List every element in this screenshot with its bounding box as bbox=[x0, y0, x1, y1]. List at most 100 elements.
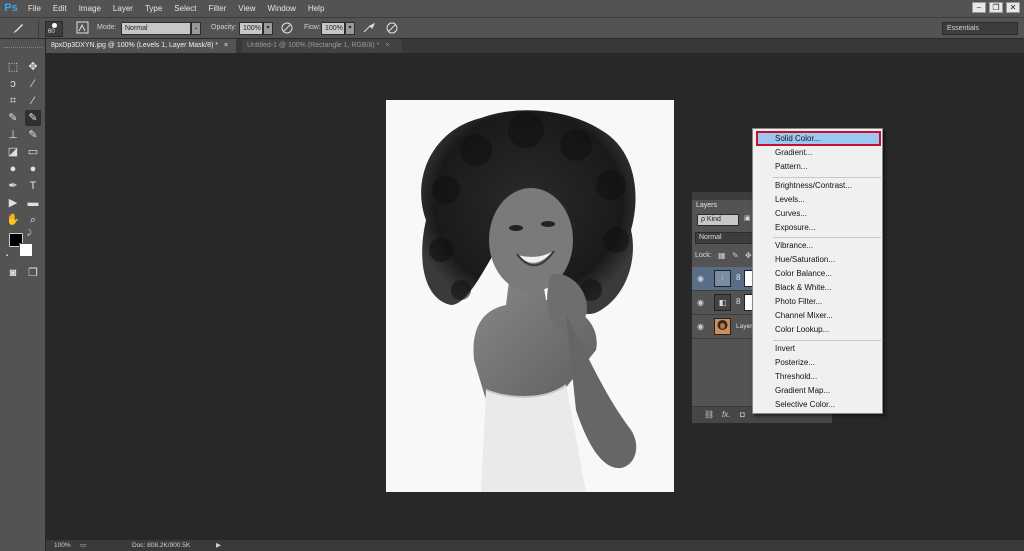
mode-dropdown-icon[interactable]: ⌄ bbox=[191, 22, 201, 35]
document-canvas[interactable] bbox=[386, 100, 674, 492]
brush-tool-preset-icon[interactable] bbox=[10, 21, 26, 37]
menu-channel-mixer[interactable]: Channel Mixer... bbox=[775, 309, 833, 323]
pressure-size-icon[interactable] bbox=[384, 21, 400, 37]
pen-tool-icon[interactable]: ✒ bbox=[5, 178, 21, 194]
menu-gradient[interactable]: Gradient... bbox=[775, 146, 812, 160]
menu-view[interactable]: View bbox=[232, 0, 261, 17]
visibility-eye-icon[interactable]: ◉ bbox=[697, 274, 704, 283]
brush-tip-icon bbox=[52, 23, 57, 28]
visibility-eye-icon[interactable]: ◉ bbox=[697, 298, 704, 307]
menu-levels[interactable]: Levels... bbox=[775, 193, 805, 207]
tab-layers[interactable]: Layers bbox=[693, 200, 721, 212]
hand-tool-icon[interactable]: ✋ bbox=[5, 212, 21, 228]
menu-pattern[interactable]: Pattern... bbox=[775, 160, 807, 174]
opacity-input[interactable]: 100% bbox=[239, 22, 263, 35]
clone-stamp-tool-icon[interactable]: ⊥ bbox=[5, 127, 21, 143]
lasso-tool-icon[interactable]: ↄ bbox=[5, 76, 21, 92]
menu-exposure[interactable]: Exposure... bbox=[775, 221, 815, 235]
brush-tool-icon[interactable]: ✎ bbox=[25, 110, 41, 126]
menu-help[interactable]: Help bbox=[302, 0, 330, 17]
blur-tool-icon[interactable]: ● bbox=[5, 161, 21, 177]
menu-brightness-contrast[interactable]: Brightness/Contrast... bbox=[775, 179, 852, 193]
eyedropper-tool-icon[interactable]: ⁄ bbox=[25, 93, 41, 109]
opacity-dropdown-icon[interactable]: ▾ bbox=[263, 22, 273, 35]
magic-wand-tool-icon[interactable]: ⁄ bbox=[25, 76, 41, 92]
airbrush-icon[interactable] bbox=[361, 21, 377, 37]
rectangle-tool-icon[interactable]: ▬ bbox=[25, 195, 41, 211]
lock-transparent-icon[interactable]: ▦ bbox=[718, 251, 726, 260]
menu-curves[interactable]: Curves... bbox=[775, 207, 807, 221]
menu-file[interactable]: File bbox=[22, 0, 47, 17]
menu-black-white[interactable]: Black & White... bbox=[775, 281, 831, 295]
menu-separator bbox=[773, 177, 881, 178]
menu-hue-saturation[interactable]: Hue/Saturation... bbox=[775, 253, 835, 267]
tab-active-document[interactable]: 8pxDp3DXYN.jpg @ 100% (Levels 1, Layer M… bbox=[46, 39, 236, 53]
close-button[interactable]: ✕ bbox=[1006, 2, 1020, 13]
layer-filter-kind[interactable]: ρ Kind bbox=[697, 214, 739, 226]
marquee-tool-icon[interactable]: ⬚ bbox=[5, 59, 21, 75]
status-share-icon[interactable]: ▭ bbox=[80, 540, 86, 551]
pressure-opacity-icon[interactable] bbox=[279, 21, 295, 37]
eraser-tool-icon[interactable]: ◪ bbox=[5, 144, 21, 160]
menu-invert[interactable]: Invert bbox=[775, 342, 795, 356]
flow-dropdown-icon[interactable]: ▾ bbox=[345, 22, 355, 35]
default-colors-icon[interactable]: ▪ bbox=[6, 253, 12, 259]
menu-selective-color[interactable]: Selective Color... bbox=[775, 398, 835, 412]
separator bbox=[38, 21, 39, 37]
tab-close-icon[interactable]: × bbox=[224, 42, 228, 49]
lock-image-icon[interactable]: ✎ bbox=[732, 251, 739, 260]
add-mask-icon[interactable]: ◘ bbox=[740, 410, 745, 419]
visibility-eye-icon[interactable]: ◉ bbox=[697, 322, 704, 331]
dodge-tool-icon[interactable]: ● bbox=[25, 161, 41, 177]
menu-color-balance[interactable]: Color Balance... bbox=[775, 267, 832, 281]
move-tool-icon[interactable]: ✥ bbox=[25, 59, 41, 75]
menu-filter[interactable]: Filter bbox=[203, 0, 233, 17]
menu-image[interactable]: Image bbox=[73, 0, 107, 17]
mode-select[interactable]: Normal bbox=[121, 22, 191, 35]
link-layers-icon[interactable]: ⛓ bbox=[704, 410, 714, 419]
menu-posterize[interactable]: Posterize... bbox=[775, 356, 815, 370]
minimize-button[interactable]: – bbox=[972, 2, 986, 13]
lock-position-icon[interactable]: ✥ bbox=[745, 251, 752, 260]
workspace-select[interactable]: Essentials bbox=[942, 22, 1018, 35]
tab-close-icon[interactable]: × bbox=[385, 42, 389, 49]
restore-button[interactable]: ❐ bbox=[989, 2, 1003, 13]
history-brush-tool-icon[interactable]: ✎ bbox=[25, 127, 41, 143]
flow-input[interactable]: 100% bbox=[321, 22, 345, 35]
background-color-swatch[interactable] bbox=[19, 243, 33, 257]
menu-separator bbox=[773, 237, 881, 238]
menu-layer[interactable]: Layer bbox=[107, 0, 139, 17]
zoom-level[interactable]: 100% bbox=[54, 540, 71, 551]
swap-colors-icon[interactable]: ⤸ bbox=[27, 230, 31, 238]
zoom-tool-icon[interactable]: ⌕ bbox=[25, 212, 41, 228]
toolbar-grip[interactable] bbox=[4, 47, 42, 49]
menu-edit[interactable]: Edit bbox=[47, 0, 73, 17]
path-selection-tool-icon[interactable]: ▶ bbox=[5, 195, 21, 211]
mode-label: Mode: bbox=[97, 24, 117, 31]
link-icon[interactable]: 8 bbox=[736, 273, 740, 282]
fx-icon[interactable]: fx. bbox=[722, 410, 730, 419]
menu-photo-filter[interactable]: Photo Filter... bbox=[775, 295, 822, 309]
flow-label: Flow: bbox=[304, 24, 321, 31]
blend-mode-select[interactable]: Normal bbox=[695, 232, 755, 244]
healing-brush-tool-icon[interactable]: ✎ bbox=[5, 110, 21, 126]
photo-thumbnail bbox=[714, 318, 731, 335]
crop-tool-icon[interactable]: ⌗ bbox=[5, 93, 21, 109]
screen-mode-icon[interactable]: ❐ bbox=[25, 265, 41, 281]
status-menu-arrow-icon[interactable]: ▶ bbox=[216, 540, 221, 551]
menu-select[interactable]: Select bbox=[168, 0, 202, 17]
menu-color-lookup[interactable]: Color Lookup... bbox=[775, 323, 829, 337]
menu-vibrance[interactable]: Vibrance... bbox=[775, 239, 813, 253]
gradient-tool-icon[interactable]: ▭ bbox=[25, 144, 41, 160]
brush-size-picker[interactable]: 60 bbox=[45, 21, 63, 37]
type-tool-icon[interactable]: T bbox=[25, 178, 41, 194]
menu-type[interactable]: Type bbox=[139, 0, 168, 17]
quick-mask-icon[interactable]: ◙ bbox=[5, 265, 21, 281]
brush-panel-icon[interactable] bbox=[74, 21, 90, 37]
menu-solid-color[interactable]: Solid Color... bbox=[775, 132, 820, 146]
menu-gradient-map[interactable]: Gradient Map... bbox=[775, 384, 830, 398]
link-icon[interactable]: 8 bbox=[736, 297, 740, 306]
menu-threshold[interactable]: Threshold... bbox=[775, 370, 817, 384]
tab-untitled-document[interactable]: Untitled-1 @ 100% (Rectangle 1, RGB/8) *… bbox=[242, 39, 402, 53]
menu-window[interactable]: Window bbox=[262, 0, 302, 17]
